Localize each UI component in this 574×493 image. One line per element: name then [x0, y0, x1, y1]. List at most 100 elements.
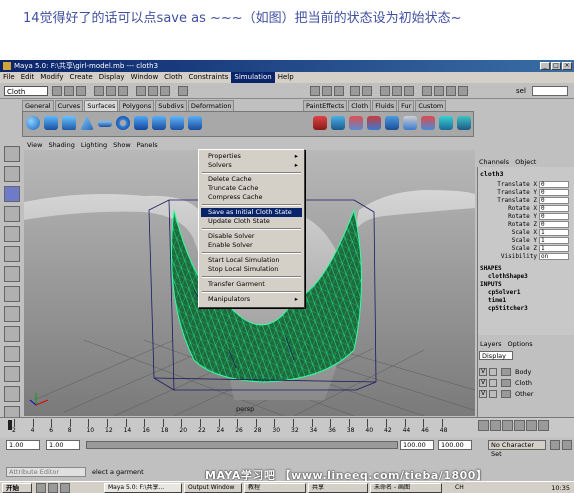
manipulator-tool-icon[interactable] — [4, 246, 20, 262]
input-node-time[interactable]: time1 — [488, 297, 506, 304]
scale-tool-icon[interactable] — [4, 226, 20, 242]
input-node-stitcher[interactable]: cpStitcher3 — [488, 305, 528, 312]
menu-item-start-local-simulation[interactable]: Start Local Simulation — [201, 256, 302, 265]
layer-mode-dropdown[interactable]: Display — [479, 351, 513, 360]
layer-visibility-toggle[interactable]: V — [479, 379, 487, 387]
new-scene-icon[interactable] — [52, 86, 62, 96]
attr-translate-y[interactable]: Translate Y0 — [478, 189, 573, 197]
range-slot[interactable] — [86, 441, 398, 449]
nurbs-cylinder-icon[interactable] — [62, 116, 76, 130]
light-icon[interactable] — [404, 86, 414, 96]
shelf-tab-fur[interactable]: Fur — [398, 100, 415, 111]
menu-constraints[interactable]: Constraints — [185, 72, 231, 83]
menu-item-save-initial-cloth-state[interactable]: Save as Initial Cloth State — [201, 208, 302, 217]
menu-item-delete-cache[interactable]: Delete Cache — [201, 175, 302, 184]
input-method-indicator[interactable]: CH — [455, 483, 464, 493]
shelf-tab-subdivs[interactable]: Subdivs — [155, 100, 187, 111]
menu-item-properties[interactable]: Properties ▸ — [201, 152, 302, 161]
select-object-icon[interactable] — [106, 86, 116, 96]
go-to-end-icon[interactable] — [538, 420, 549, 431]
range-end2-field[interactable]: 100.00 — [438, 440, 472, 450]
minimize-button[interactable]: _ — [540, 62, 550, 70]
quicklaunch-ie-icon[interactable] — [36, 483, 46, 493]
paint-icon[interactable] — [458, 86, 468, 96]
cloth-tool-icon-4[interactable] — [367, 116, 381, 130]
menu-cloth[interactable]: Cloth — [161, 72, 185, 83]
pin-icon[interactable] — [422, 86, 432, 96]
menu-create[interactable]: Create — [66, 72, 95, 83]
attr-scale-y[interactable]: Scale Y1 — [478, 237, 573, 245]
shelf-tab-cloth[interactable]: Cloth — [348, 100, 372, 111]
layer-visibility-toggle[interactable]: V — [479, 368, 487, 376]
curve-tool-icon[interactable] — [4, 286, 20, 302]
snapshot-icon[interactable] — [380, 86, 390, 96]
attr-translate-x[interactable]: Translate X0 — [478, 181, 573, 189]
menu-help[interactable]: Help — [275, 72, 297, 83]
sculpt-icon[interactable] — [446, 86, 456, 96]
viewport-menu-lighting[interactable]: Lighting — [78, 140, 110, 150]
cloth-tool-icon-7[interactable] — [421, 116, 435, 130]
menu-item-update-cloth-state[interactable]: Update Cloth State — [201, 217, 302, 226]
loft-icon[interactable] — [170, 116, 184, 130]
last-tool-icon[interactable] — [4, 266, 20, 282]
revolve-icon[interactable] — [152, 116, 166, 130]
layer-options-menu[interactable]: Options — [508, 340, 533, 348]
range-current-field[interactable]: 1.00 — [46, 440, 80, 450]
step-forward-icon[interactable] — [526, 420, 537, 431]
layers-menu[interactable]: Layers — [480, 340, 502, 348]
layer-display-toggle[interactable] — [489, 379, 497, 387]
go-to-start-icon[interactable] — [478, 420, 489, 431]
select-component-icon[interactable] — [118, 86, 128, 96]
planar-icon[interactable] — [188, 116, 202, 130]
cloth-tool-icon-8[interactable] — [439, 116, 453, 130]
play-forward-icon[interactable] — [514, 420, 525, 431]
layer-visibility-toggle[interactable]: V — [479, 390, 487, 398]
menu-window[interactable]: Window — [128, 72, 162, 83]
four-view-icon[interactable] — [4, 326, 20, 342]
nurbs-sphere-icon[interactable] — [26, 116, 40, 130]
range-end-field[interactable]: 100.00 — [400, 440, 434, 450]
outliner-icon[interactable] — [362, 86, 372, 96]
snap-grid-icon[interactable] — [136, 86, 146, 96]
close-button[interactable]: × — [562, 62, 572, 70]
viewport-menu-show[interactable]: Show — [110, 140, 134, 150]
menu-simulation[interactable]: Simulation — [231, 72, 275, 83]
lasso-tool-icon[interactable] — [4, 166, 20, 182]
persp-graph-icon[interactable] — [4, 366, 20, 382]
menu-item-enable-solver[interactable]: Enable Solver — [201, 241, 302, 250]
shelf-tab-fluids[interactable]: Fluids — [372, 100, 398, 111]
menu-item-solvers[interactable]: Solvers ▸ — [201, 161, 302, 170]
menu-display[interactable]: Display — [96, 72, 128, 83]
shape-node[interactable]: clothShape3 — [488, 273, 528, 280]
attr-rotate-x[interactable]: Rotate X0 — [478, 205, 573, 213]
cloth-tool-icon-9[interactable] — [457, 116, 471, 130]
layer-row-other[interactable]: V Other — [479, 389, 569, 399]
layer-row-cloth[interactable]: V Cloth — [479, 378, 569, 388]
selection-field[interactable] — [532, 86, 568, 96]
attr-rotate-z[interactable]: Rotate Z0 — [478, 221, 573, 229]
key-icon[interactable] — [550, 440, 560, 450]
taskbar-item-share[interactable]: 共享 — [308, 483, 368, 493]
layer-color-swatch[interactable] — [501, 368, 511, 376]
cloth-tool-icon-6[interactable] — [403, 116, 417, 130]
play-backward-icon[interactable] — [502, 420, 513, 431]
menu-item-transfer-garment[interactable]: Transfer Garment — [201, 280, 302, 289]
layer-color-swatch[interactable] — [501, 379, 511, 387]
menu-item-manipulators[interactable]: Manipulators ▸ — [201, 295, 302, 304]
menu-item-disable-solver[interactable]: Disable Solver — [201, 232, 302, 241]
anim-prefs-icon[interactable] — [562, 440, 572, 450]
cloth-tool-icon-3[interactable] — [349, 116, 363, 130]
attr-translate-z[interactable]: Translate Z0 — [478, 197, 573, 205]
cloth-tool-icon-1[interactable] — [313, 116, 327, 130]
snap-curve-icon[interactable] — [148, 86, 158, 96]
save-scene-icon[interactable] — [76, 86, 86, 96]
quicklaunch-media-icon[interactable] — [60, 483, 70, 493]
quicklaunch-desktop-icon[interactable] — [48, 483, 58, 493]
menu-item-stop-local-simulation[interactable]: Stop Local Simulation — [201, 265, 302, 274]
object-menu[interactable]: Object — [513, 158, 538, 166]
layer-display-toggle[interactable] — [489, 390, 497, 398]
cloth-tool-icon-5[interactable] — [385, 116, 399, 130]
title-bar[interactable]: Maya 5.0: F:\共享\girl-model.mb --- cloth3… — [0, 60, 574, 72]
hypershade-icon[interactable] — [350, 86, 360, 96]
viewport-menu-view[interactable]: View — [24, 140, 45, 150]
